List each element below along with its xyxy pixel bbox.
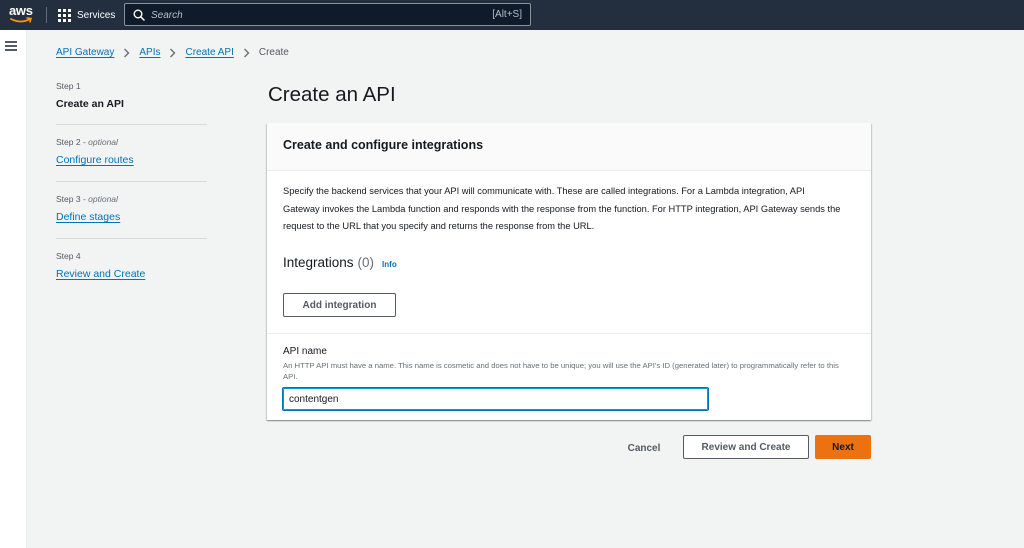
review-and-create-button[interactable]: Review and Create — [683, 435, 809, 459]
aws-smile-icon — [10, 17, 32, 23]
breadcrumb-api-gateway[interactable]: API Gateway — [56, 47, 114, 58]
chevron-right-icon — [123, 48, 130, 58]
step-2: Step 2 - optional Configure routes — [56, 137, 207, 168]
step-link-review-and-create[interactable]: Review and Create — [56, 268, 145, 281]
step-link-define-stages[interactable]: Define stages — [56, 211, 120, 224]
step-number-text: Step 3 — [56, 194, 81, 204]
breadcrumb: API Gateway APIs Create API Create — [56, 47, 289, 58]
aws-logo[interactable]: aws — [9, 4, 35, 26]
next-button[interactable]: Next — [815, 435, 871, 459]
info-link[interactable]: Info — [382, 260, 397, 269]
panel-description: Specify the backend services that your A… — [283, 186, 841, 231]
search-shortcut-hint: [Alt+S] — [492, 9, 522, 20]
add-integration-button[interactable]: Add integration — [283, 293, 396, 317]
integrations-heading: Integrations (0) Info — [283, 255, 397, 270]
api-name-input[interactable] — [282, 387, 709, 411]
integrations-count: (0) — [357, 255, 375, 270]
breadcrumb-apis[interactable]: APIs — [139, 47, 160, 58]
chevron-right-icon — [169, 48, 176, 58]
services-menu-button[interactable]: Services — [58, 7, 115, 23]
step-number: Step 1 — [56, 81, 81, 91]
cancel-button[interactable]: Cancel — [617, 436, 671, 460]
step-1: Step 1 Create an API — [56, 81, 207, 111]
search-input[interactable] — [151, 7, 451, 23]
side-navigation — [0, 30, 27, 548]
breadcrumb-create-api[interactable]: Create API — [185, 47, 233, 58]
api-name-label: API name — [283, 346, 327, 357]
step-number: Step 4 — [56, 251, 81, 261]
wizard-steps: Step 1 Create an API Step 2 - optional C… — [56, 81, 207, 282]
integrations-panel: Create and configure integrations Specif… — [267, 123, 871, 420]
step-4: Step 4 Review and Create — [56, 251, 207, 282]
step-link-configure-routes[interactable]: Configure routes — [56, 154, 134, 167]
aws-logo-text: aws — [9, 3, 33, 18]
step-title-current: Create an API — [56, 98, 124, 110]
step-number: Step 2 - optional — [56, 137, 118, 147]
breadcrumb-current: Create — [258, 47, 289, 58]
step-3: Step 3 - optional Define stages — [56, 194, 207, 225]
step-number: Step 3 - optional — [56, 194, 118, 204]
grid-icon — [58, 8, 71, 22]
search-box[interactable]: [Alt+S] — [124, 3, 531, 26]
step-number-text: Step 2 — [56, 137, 81, 147]
step-optional: optional — [88, 137, 118, 147]
top-navigation-bar: aws Services [Alt+S] — [0, 0, 1024, 30]
hamburger-icon[interactable] — [5, 41, 17, 51]
services-label: Services — [77, 9, 116, 21]
chevron-right-icon — [243, 48, 250, 58]
step-optional: optional — [88, 194, 118, 204]
panel-separator — [267, 333, 871, 334]
step-divider — [56, 181, 207, 182]
search-icon — [133, 9, 145, 21]
nav-divider — [46, 7, 47, 23]
panel-header: Create and configure integrations — [267, 123, 871, 171]
step-divider — [56, 238, 207, 239]
step-divider — [56, 124, 207, 125]
page-title: Create an API — [268, 83, 396, 106]
integrations-label: Integrations — [283, 255, 354, 270]
api-name-description: An HTTP API must have a name. This name … — [283, 361, 839, 381]
panel-title: Create and configure integrations — [283, 138, 484, 152]
